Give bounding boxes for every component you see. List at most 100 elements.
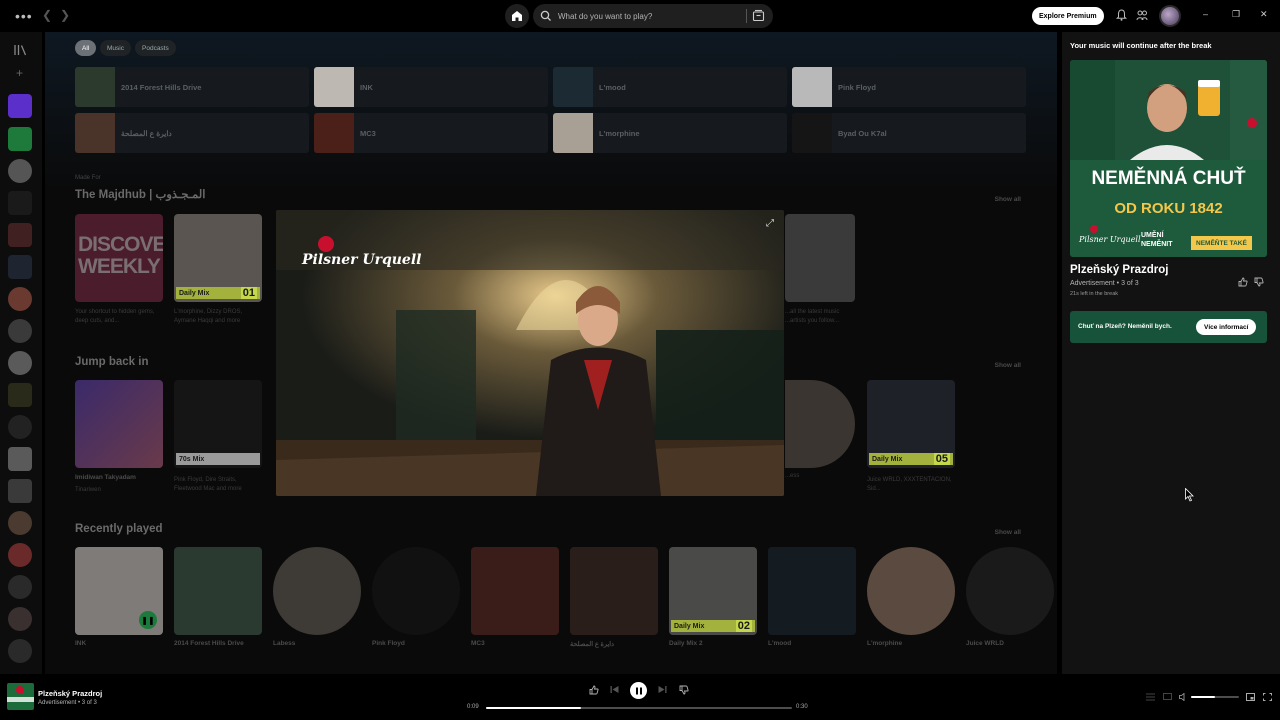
quick-item[interactable]: MC3 bbox=[314, 113, 548, 153]
recent-item[interactable] bbox=[372, 547, 460, 635]
sidebar-item[interactable] bbox=[8, 639, 32, 663]
avatar[interactable] bbox=[1159, 5, 1181, 27]
more-info-button[interactable]: Více informací bbox=[1196, 319, 1257, 335]
sidebar-item[interactable] bbox=[8, 415, 32, 439]
sidebar-item[interactable] bbox=[8, 319, 32, 343]
quick-item[interactable]: Byad Ou K7al bbox=[792, 113, 1026, 153]
card-title[interactable]: Imidiwan Takyadam bbox=[75, 474, 163, 481]
filter-chip-music[interactable]: Music bbox=[100, 40, 131, 56]
recent-item[interactable] bbox=[174, 547, 262, 635]
sidebar-item[interactable] bbox=[8, 383, 32, 407]
now-playing-title[interactable]: Plzeňský Prazdroj bbox=[38, 689, 102, 698]
sidebar-item[interactable] bbox=[8, 159, 32, 183]
quick-item[interactable]: دايرة ع المصلحة bbox=[75, 113, 309, 153]
card-title[interactable]: دايرة ع المصلحة bbox=[570, 640, 658, 648]
sidebar-item-liked-songs[interactable] bbox=[8, 94, 32, 118]
sidebar-item[interactable] bbox=[8, 575, 32, 599]
thumbs-down-icon[interactable] bbox=[679, 685, 689, 695]
card-image-daily-mix-1[interactable]: Daily Mix 01 bbox=[174, 214, 262, 302]
volume-icon[interactable] bbox=[1179, 693, 1188, 701]
expand-icon[interactable]: ⤢ bbox=[766, 218, 774, 229]
progress-bar[interactable] bbox=[486, 707, 792, 709]
explore-premium-button[interactable]: Explore Premium bbox=[1032, 7, 1104, 25]
sidebar-item[interactable] bbox=[8, 223, 32, 247]
sidebar-item[interactable] bbox=[8, 255, 32, 279]
recent-item[interactable] bbox=[471, 547, 559, 635]
sidebar-item[interactable] bbox=[8, 351, 32, 375]
card-image-daily-mix-5[interactable]: Daily Mix 05 bbox=[867, 380, 955, 468]
video-ad-player[interactable]: Pilsner Urquell ⤢ bbox=[276, 210, 784, 496]
sidebar-item[interactable] bbox=[8, 287, 32, 311]
next-icon[interactable] bbox=[658, 685, 667, 694]
volume-slider[interactable] bbox=[1191, 696, 1239, 698]
card-image-70s-mix[interactable]: 70s Mix bbox=[174, 380, 262, 468]
recent-item[interactable] bbox=[768, 547, 856, 635]
filter-chip-podcasts[interactable]: Podcasts bbox=[135, 40, 176, 56]
close-icon[interactable]: ✕ bbox=[1260, 9, 1268, 20]
sidebar-item[interactable] bbox=[8, 479, 32, 503]
card-title[interactable]: 2014 Forest Hills Drive bbox=[174, 640, 262, 647]
recent-item[interactable] bbox=[867, 547, 955, 635]
create-playlist-icon[interactable]: + bbox=[16, 66, 23, 80]
queue-icon[interactable] bbox=[1146, 693, 1155, 701]
friend-activity-icon[interactable] bbox=[1136, 9, 1148, 21]
section-title-jump-back-in[interactable]: Jump back in bbox=[75, 356, 149, 368]
miniplayer-icon[interactable] bbox=[1246, 693, 1255, 701]
card-image-discover-weekly[interactable]: DISCOVERWEEKLY bbox=[75, 214, 163, 302]
play-pause-button[interactable] bbox=[630, 682, 647, 699]
sidebar-item[interactable] bbox=[8, 447, 32, 471]
card-title[interactable]: Labess bbox=[273, 640, 361, 647]
recent-item[interactable] bbox=[966, 547, 1054, 635]
recent-item-daily-mix-2[interactable]: Daily Mix 02 bbox=[669, 547, 757, 635]
section-title-made-for[interactable]: The Majdhub | المـجـذوب bbox=[75, 187, 205, 201]
back-arrow-icon[interactable]: ❮ bbox=[42, 8, 52, 22]
quick-item[interactable]: Pink Floyd bbox=[792, 67, 1026, 107]
browse-icon[interactable] bbox=[752, 9, 765, 22]
recent-item-ink[interactable]: ❚❚ bbox=[75, 547, 163, 635]
show-all-link[interactable]: Show all bbox=[995, 362, 1021, 369]
pause-icon[interactable]: ❚❚ bbox=[139, 611, 157, 629]
now-playing-artwork[interactable] bbox=[7, 683, 34, 710]
card-title[interactable]: L'mood bbox=[768, 640, 856, 647]
quick-item[interactable]: INK▮ bbox=[314, 67, 807, 125]
sidebar-item[interactable] bbox=[8, 607, 32, 631]
show-all-link[interactable]: Show all bbox=[995, 529, 1021, 536]
section-title-recently-played[interactable]: Recently played bbox=[75, 523, 163, 535]
sidebar-item[interactable] bbox=[8, 543, 32, 567]
show-all-link[interactable]: Show all bbox=[995, 196, 1021, 203]
card-image-release-radar[interactable] bbox=[785, 214, 855, 302]
thumbs-up-icon[interactable] bbox=[1238, 277, 1248, 287]
ad-artwork[interactable]: NEMĚNNÁ CHUŤ OD ROKU 1842 Pilsner Urquel… bbox=[1070, 60, 1267, 257]
recent-item[interactable] bbox=[570, 547, 658, 635]
previous-icon[interactable] bbox=[610, 685, 619, 694]
minimize-icon[interactable]: – bbox=[1203, 9, 1208, 19]
home-button[interactable] bbox=[505, 4, 529, 28]
sidebar-item[interactable] bbox=[8, 191, 32, 215]
quick-item[interactable]: L'morphine bbox=[553, 113, 787, 153]
library-icon[interactable] bbox=[13, 44, 27, 56]
maximize-icon[interactable]: ❐ bbox=[1232, 9, 1240, 20]
sidebar-item-your-episodes[interactable] bbox=[8, 127, 32, 151]
search-bar[interactable]: What do you want to play? bbox=[533, 4, 773, 28]
forward-arrow-icon[interactable]: ❯ bbox=[60, 8, 70, 22]
thumbs-up-icon[interactable] bbox=[589, 685, 599, 695]
advertiser-name[interactable]: Plzeňský Prazdroj bbox=[1070, 264, 1168, 276]
card-image-labess[interactable] bbox=[785, 380, 855, 468]
fullscreen-icon[interactable] bbox=[1263, 693, 1272, 701]
connect-device-icon[interactable] bbox=[1163, 693, 1172, 701]
search-input[interactable]: What do you want to play? bbox=[558, 12, 652, 21]
card-title[interactable]: Juice WRLD bbox=[966, 640, 1054, 647]
thumbs-down-icon[interactable] bbox=[1254, 277, 1264, 287]
filter-chip-all[interactable]: All bbox=[75, 40, 97, 56]
notification-bell-icon[interactable] bbox=[1116, 9, 1127, 21]
menu-dots-icon[interactable]: ••• bbox=[15, 8, 33, 24]
quick-item[interactable]: L'mood bbox=[553, 67, 787, 107]
sidebar-item[interactable] bbox=[8, 511, 32, 535]
card-title[interactable]: MC3 bbox=[471, 640, 559, 647]
quick-item[interactable]: 2014 Forest Hills Drive bbox=[75, 67, 309, 107]
card-image-imidiwan[interactable] bbox=[75, 380, 163, 468]
card-title[interactable]: Daily Mix 2 bbox=[669, 640, 757, 647]
recent-item[interactable] bbox=[273, 547, 361, 635]
card-title[interactable]: L'morphine bbox=[867, 640, 955, 647]
card-title[interactable]: Pink Floyd bbox=[372, 640, 460, 647]
